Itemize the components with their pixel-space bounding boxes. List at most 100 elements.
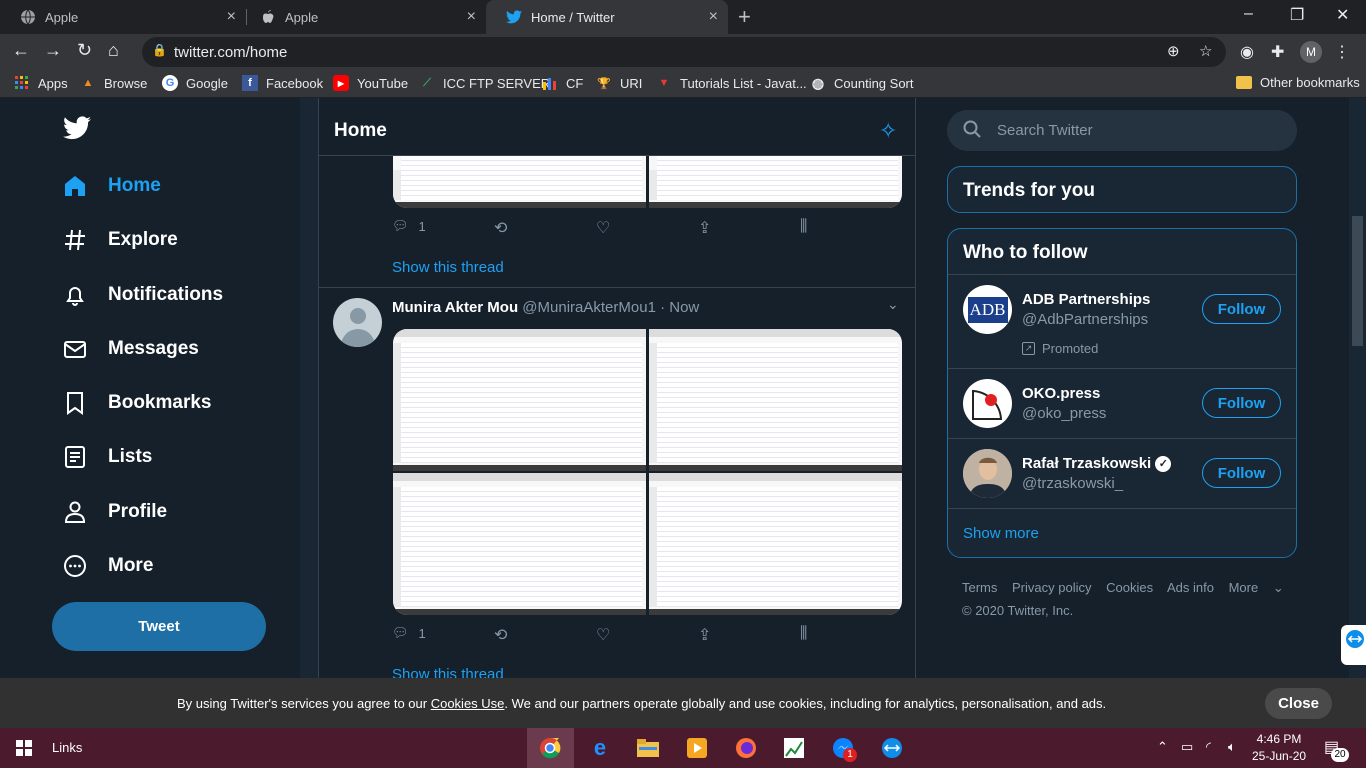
bookmark-browse[interactable]: ▲ Browse bbox=[80, 75, 148, 91]
footer-terms[interactable]: Terms bbox=[962, 580, 997, 595]
tweet-media-image[interactable] bbox=[649, 473, 902, 615]
bookmark-apps[interactable]: Apps bbox=[14, 75, 68, 91]
bookmark-uri[interactable]: 🏆 URI bbox=[596, 75, 642, 91]
like-icon[interactable]: ♡ bbox=[596, 625, 610, 645]
nav-notifications[interactable]: Notifications bbox=[62, 277, 223, 313]
nav-lists[interactable]: Lists bbox=[62, 439, 152, 475]
chrome-icon[interactable] bbox=[538, 736, 562, 760]
edge-icon[interactable]: e bbox=[588, 735, 612, 760]
excel-chart-icon[interactable] bbox=[782, 736, 806, 760]
tab-close-icon[interactable]: × bbox=[227, 8, 236, 26]
account-name[interactable]: OKO.press bbox=[1022, 385, 1100, 402]
analytics-icon[interactable]: ⫼ bbox=[800, 625, 807, 643]
account-name[interactable]: ADB Partnerships bbox=[1022, 291, 1150, 308]
maximize-button[interactable]: ❐ bbox=[1290, 5, 1304, 25]
media-player-icon[interactable] bbox=[685, 736, 709, 760]
system-clock[interactable]: 4:46 PM 25-Jun-20 bbox=[1252, 731, 1306, 765]
nav-profile[interactable]: Profile bbox=[62, 494, 167, 530]
minimize-button[interactable]: – bbox=[1244, 5, 1253, 23]
chevron-up-icon[interactable]: ⌃ bbox=[1157, 739, 1168, 755]
home-icon[interactable]: ⌂ bbox=[108, 40, 119, 61]
chevron-down-icon[interactable]: ⌄ bbox=[887, 296, 899, 313]
nav-messages[interactable]: Messages bbox=[62, 331, 199, 367]
trends-card[interactable]: Trends for you bbox=[947, 166, 1297, 213]
speaker-icon[interactable]: 🔈︎ bbox=[1228, 739, 1236, 755]
star-bookmark-icon[interactable]: ☆ bbox=[1199, 42, 1212, 60]
add-icon[interactable]: ⊕ bbox=[1167, 42, 1180, 60]
nav-more[interactable]: More bbox=[62, 548, 153, 584]
footer-more[interactable]: More ⌄ bbox=[1229, 580, 1295, 595]
follow-button[interactable]: Follow bbox=[1202, 294, 1281, 324]
tab-close-icon[interactable]: × bbox=[709, 8, 718, 26]
search-input[interactable]: Search Twitter bbox=[947, 110, 1297, 151]
cookies-use-link[interactable]: Cookies Use bbox=[431, 696, 505, 711]
follow-button[interactable]: Follow bbox=[1202, 388, 1281, 418]
reply-button[interactable]: 💬︎ 1 bbox=[392, 625, 426, 641]
links-toolbar[interactable]: Links bbox=[52, 740, 82, 755]
page-scrollbar[interactable] bbox=[1349, 98, 1366, 678]
profile-avatar[interactable]: M bbox=[1300, 41, 1322, 63]
footer-privacy[interactable]: Privacy policy bbox=[1012, 580, 1091, 595]
bookmark-google[interactable]: G Google bbox=[162, 75, 228, 91]
avatar[interactable] bbox=[963, 379, 1012, 428]
new-tab-button[interactable]: + bbox=[738, 4, 751, 30]
retweet-icon[interactable]: ⟲ bbox=[494, 625, 507, 645]
nav-home[interactable]: Home bbox=[62, 168, 161, 204]
show-thread-link[interactable]: Show this thread bbox=[392, 259, 504, 276]
bookmark-counting-sort[interactable]: ◍ Counting Sort bbox=[810, 75, 914, 91]
author-handle[interactable]: @MuniraAkterMou1 bbox=[522, 299, 656, 316]
tab-close-icon[interactable]: × bbox=[467, 8, 476, 26]
battery-icon[interactable]: ▭ bbox=[1181, 739, 1193, 755]
nav-explore[interactable]: Explore bbox=[62, 222, 178, 258]
extension-icon[interactable]: ◉ bbox=[1240, 42, 1254, 62]
cookie-close-button[interactable]: Close bbox=[1265, 688, 1332, 719]
follow-button[interactable]: Follow bbox=[1202, 458, 1281, 488]
like-icon[interactable]: ♡ bbox=[596, 218, 610, 238]
avatar[interactable] bbox=[963, 449, 1012, 498]
show-more-link[interactable]: Show more bbox=[963, 525, 1039, 542]
teamviewer-icon[interactable] bbox=[880, 736, 904, 760]
bookmark-tutorials[interactable]: ▼ Tutorials List - Javat... bbox=[656, 75, 807, 91]
scrollbar-thumb[interactable] bbox=[1352, 216, 1363, 346]
nav-bookmarks[interactable]: Bookmarks bbox=[62, 385, 212, 421]
bookmark-icc-ftp[interactable]: ⟋ ICC FTP SERVER bbox=[419, 75, 550, 91]
avatar[interactable] bbox=[333, 298, 382, 347]
windows-start-icon[interactable] bbox=[12, 736, 36, 760]
tweet-time[interactable]: Now bbox=[669, 299, 699, 316]
tweet-media-image[interactable] bbox=[393, 473, 646, 615]
follow-suggestion[interactable]: ADB ADB Partnerships @AdbPartnerships ↗ P… bbox=[948, 274, 1296, 368]
footer-cookies[interactable]: Cookies bbox=[1106, 580, 1153, 595]
puzzle-extensions-icon[interactable]: ✚ bbox=[1271, 42, 1284, 62]
retweet-icon[interactable]: ⟲ bbox=[494, 218, 507, 238]
tweet-media-image[interactable] bbox=[649, 329, 902, 471]
avatar[interactable]: ADB bbox=[963, 285, 1012, 334]
back-arrow-icon[interactable]: ← bbox=[12, 40, 30, 61]
bookmark-cf[interactable]: CF bbox=[542, 75, 583, 91]
sparkle-icon[interactable]: ✧ bbox=[879, 118, 897, 144]
reply-button[interactable]: 💬︎ 1 bbox=[392, 218, 426, 234]
menu-dots-icon[interactable]: ⋮ bbox=[1334, 42, 1350, 62]
tweet-media-image[interactable] bbox=[649, 156, 902, 208]
share-icon[interactable]: ⇪ bbox=[698, 625, 711, 645]
follow-suggestion[interactable]: Rafał Trzaskowski ✓ @trzaskowski_ Follow bbox=[948, 438, 1296, 508]
bookmark-facebook[interactable]: f Facebook bbox=[242, 75, 323, 91]
bookmark-other[interactable]: Other bookmarks bbox=[1236, 75, 1360, 90]
share-icon[interactable]: ⇪ bbox=[698, 218, 711, 238]
firefox-icon[interactable] bbox=[734, 736, 758, 760]
file-explorer-icon[interactable] bbox=[636, 736, 660, 760]
tweet-media-image[interactable] bbox=[393, 329, 646, 471]
wifi-icon[interactable]: ◜ bbox=[1206, 739, 1211, 755]
analytics-icon[interactable]: ⫼ bbox=[800, 218, 807, 236]
tab-twitter[interactable]: Home / Twitter × bbox=[486, 0, 728, 34]
address-bar[interactable]: 🔒 twitter.com/home ⊕ ☆ bbox=[142, 37, 1226, 67]
footer-ads-info[interactable]: Ads info bbox=[1167, 580, 1214, 595]
tab-apple-2[interactable]: Apple × bbox=[240, 0, 486, 34]
teamviewer-widget[interactable] bbox=[1341, 625, 1366, 665]
account-name[interactable]: Rafał Trzaskowski ✓ bbox=[1022, 455, 1172, 473]
show-more-row[interactable]: Show more bbox=[948, 508, 1296, 557]
tweet-media-image[interactable] bbox=[393, 156, 646, 208]
author-name[interactable]: Munira Akter Mou bbox=[392, 299, 518, 316]
follow-suggestion[interactable]: OKO.press @oko_press Follow bbox=[948, 368, 1296, 438]
reload-icon[interactable]: ↻ bbox=[77, 40, 92, 61]
close-window-button[interactable]: ✕ bbox=[1336, 5, 1349, 25]
